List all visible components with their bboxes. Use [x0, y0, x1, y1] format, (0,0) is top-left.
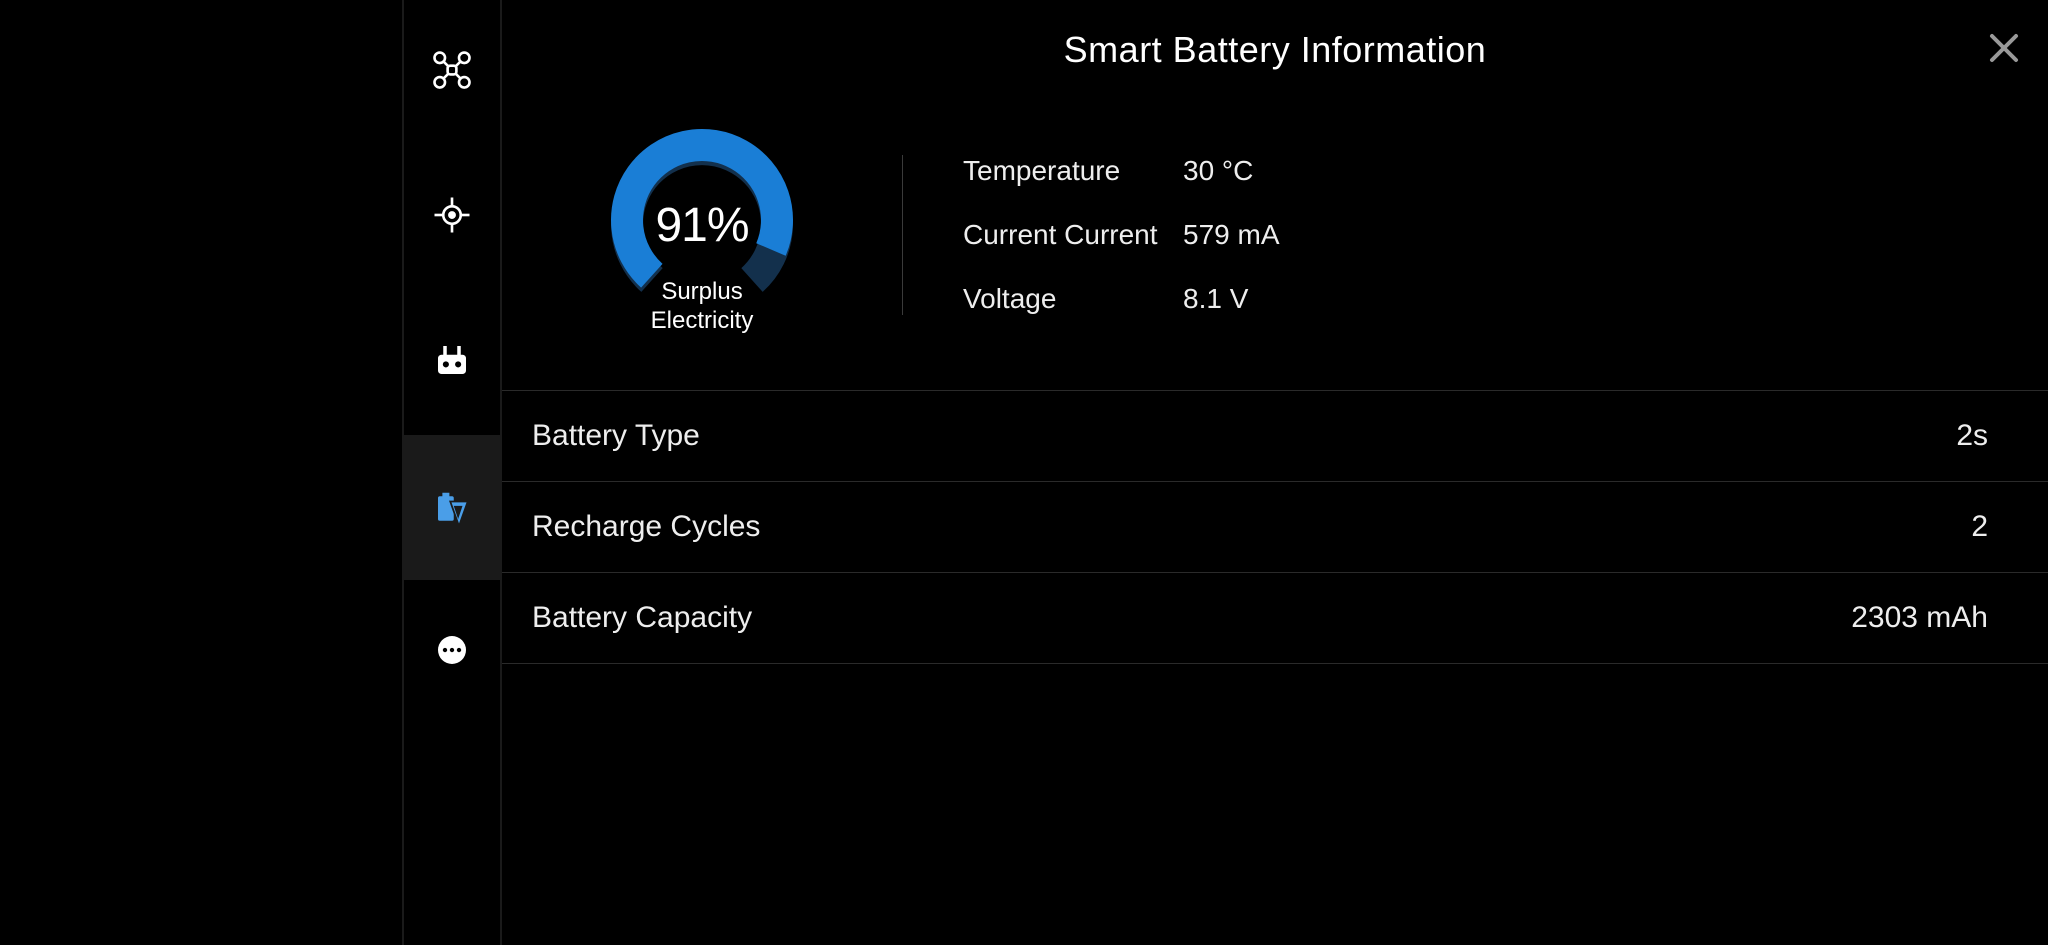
stat-current: Current Current 579 mA: [963, 219, 1280, 251]
stat-value: 579 mA: [1183, 219, 1280, 251]
row-value: 2303 mAh: [1851, 601, 1988, 635]
sidebar-item-calibration[interactable]: [403, 145, 501, 290]
row-battery-capacity: Battery Capacity 2303 mAh: [502, 573, 2048, 664]
page-title: Smart Battery Information: [1064, 29, 1487, 71]
stat-label: Voltage: [963, 283, 1183, 315]
target-icon: [431, 194, 473, 241]
main-content: Smart Battery Information 91% Surpl: [502, 0, 2048, 945]
stat-value: 8.1 V: [1183, 283, 1248, 315]
row-recharge-cycles: Recharge Cycles 2: [502, 482, 2048, 573]
row-value: 2s: [1956, 419, 1988, 453]
stat-label: Current Current: [963, 219, 1183, 251]
gauge-label-line2: Electricity: [572, 307, 832, 336]
header: Smart Battery Information: [502, 0, 2048, 100]
battery-icon: [431, 484, 473, 531]
left-empty-region: [0, 0, 404, 945]
sidebar-item-remote[interactable]: [403, 290, 501, 435]
gauge-label: Surplus Electricity: [572, 278, 832, 336]
battery-overview-section: 91% Surplus Electricity Temperature 30 °…: [502, 100, 2048, 391]
more-icon: [431, 629, 473, 676]
controller-icon: [431, 339, 473, 386]
sidebar-item-aircraft[interactable]: [403, 0, 501, 145]
stat-value: 30 °C: [1183, 155, 1253, 187]
close-icon: [1988, 32, 2020, 69]
battery-gauge: 91% Surplus Electricity: [572, 120, 832, 350]
row-battery-type: Battery Type 2s: [502, 391, 2048, 482]
stat-voltage: Voltage 8.1 V: [963, 283, 1280, 315]
sidebar-item-more[interactable]: [403, 580, 501, 725]
vertical-divider: [902, 155, 903, 315]
stat-temperature: Temperature 30 °C: [963, 155, 1280, 187]
row-label: Battery Capacity: [532, 601, 752, 635]
row-label: Recharge Cycles: [532, 510, 760, 544]
row-value: 2: [1971, 510, 1988, 544]
sidebar-nav: [404, 0, 502, 945]
drone-icon: [431, 49, 473, 96]
stat-label: Temperature: [963, 155, 1183, 187]
sidebar-item-battery[interactable]: [403, 435, 501, 580]
row-label: Battery Type: [532, 419, 700, 453]
gauge-label-line1: Surplus: [572, 278, 832, 307]
battery-percentage: 91%: [572, 198, 832, 253]
battery-stats: Temperature 30 °C Current Current 579 mA…: [963, 155, 1280, 315]
close-button[interactable]: [1984, 30, 2024, 70]
